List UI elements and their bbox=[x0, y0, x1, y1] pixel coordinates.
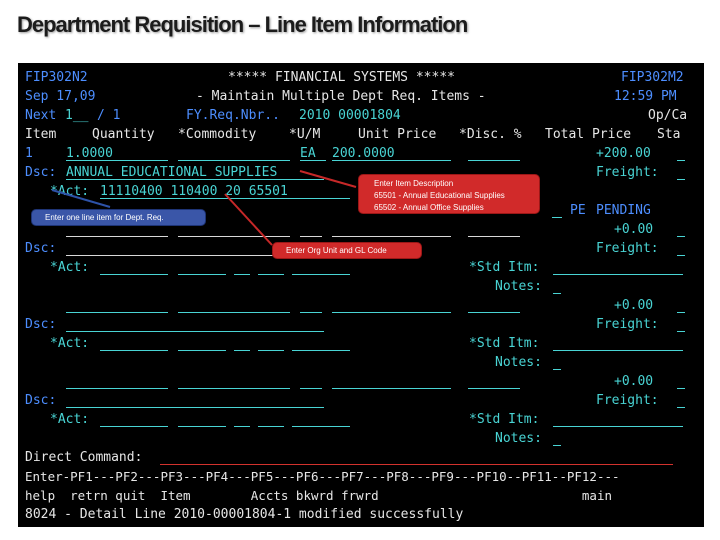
item-description-callout-line2: 65502 - Annual Office Supplies bbox=[374, 203, 484, 212]
callout-arrows bbox=[51, 170, 357, 246]
line-item-callout: Enter one line item for Dept. Req. bbox=[31, 209, 206, 226]
item-description-callout-line1: 65501 - Annual Educational Supplies bbox=[374, 191, 505, 200]
org-unit-callout-text: Enter Org Unit and GL Code bbox=[286, 246, 387, 255]
item-description-callout: Enter Item Description 65501 - Annual Ed… bbox=[358, 174, 540, 214]
org-unit-callout: Enter Org Unit and GL Code bbox=[272, 242, 422, 259]
line-item-callout-text: Enter one line item for Dept. Req. bbox=[45, 213, 164, 222]
item-description-callout-title: Enter Item Description bbox=[374, 179, 454, 188]
line-item-arrow bbox=[51, 189, 111, 208]
description-arrow bbox=[299, 170, 357, 188]
org-unit-arrow bbox=[224, 193, 273, 246]
